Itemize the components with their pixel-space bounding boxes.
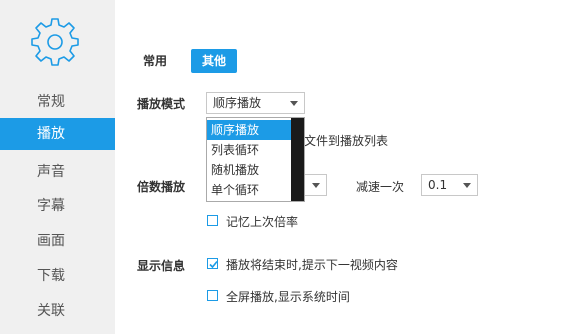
sidebar-item-download[interactable]: 下载 — [0, 260, 115, 292]
sidebar-item-playback[interactable]: 播放 — [0, 118, 115, 150]
sidebar-item-general[interactable]: 常规 — [0, 86, 115, 118]
sidebar-item-subtitle[interactable]: 字幕 — [0, 190, 115, 222]
remember-speed-label: 记忆上次倍率 — [226, 215, 299, 229]
sidebar-item-association[interactable]: 关联 — [0, 295, 115, 327]
playback-mode-dropdown: 顺序播放 列表循环 随机播放 单个循环 — [206, 117, 305, 202]
check-icon — [209, 260, 218, 269]
speed-label: 倍数播放 — [137, 180, 186, 194]
chevron-down-icon — [290, 101, 298, 106]
decrease-select[interactable]: 0.1 — [421, 174, 478, 196]
next-video-checkbox[interactable] — [207, 258, 218, 269]
option-random[interactable]: 随机播放 — [207, 160, 291, 180]
system-time-label: 全屏播放,显示系统时间 — [226, 290, 350, 304]
gear-icon — [31, 18, 79, 66]
chevron-down-icon — [312, 183, 320, 188]
decrease-label: 减速一次 — [356, 180, 405, 194]
sidebar: 常规 播放 声音 字幕 画面 下载 关联 — [0, 0, 115, 334]
option-single-loop[interactable]: 单个循环 — [207, 180, 291, 200]
tab-common[interactable]: 常用 — [135, 49, 175, 73]
sidebar-item-sound[interactable]: 声音 — [0, 156, 115, 188]
sidebar-item-picture[interactable]: 画面 — [0, 225, 115, 257]
system-time-checkbox[interactable] — [207, 290, 218, 301]
decrease-value: 0.1 — [428, 178, 448, 192]
next-video-label: 播放将结束时,提示下一视频内容 — [226, 258, 398, 272]
option-list-loop[interactable]: 列表循环 — [207, 140, 291, 160]
add-files-text: 文件到播放列表 — [304, 134, 389, 148]
remember-speed-checkbox[interactable] — [207, 215, 218, 226]
playback-mode-value: 顺序播放 — [213, 96, 262, 110]
option-sequential[interactable]: 顺序播放 — [207, 120, 291, 140]
tab-other[interactable]: 其他 — [191, 49, 237, 73]
chevron-down-icon — [463, 183, 471, 188]
playback-mode-select[interactable]: 顺序播放 — [206, 92, 305, 114]
display-info-label: 显示信息 — [137, 259, 186, 273]
settings-content: 常用 其他 播放模式 顺序播放 文件到播放列表 倍数播放 减速一次 0.1 记忆… — [115, 0, 564, 334]
dropdown-scrollbar[interactable] — [291, 118, 304, 201]
playback-mode-label: 播放模式 — [137, 97, 186, 111]
